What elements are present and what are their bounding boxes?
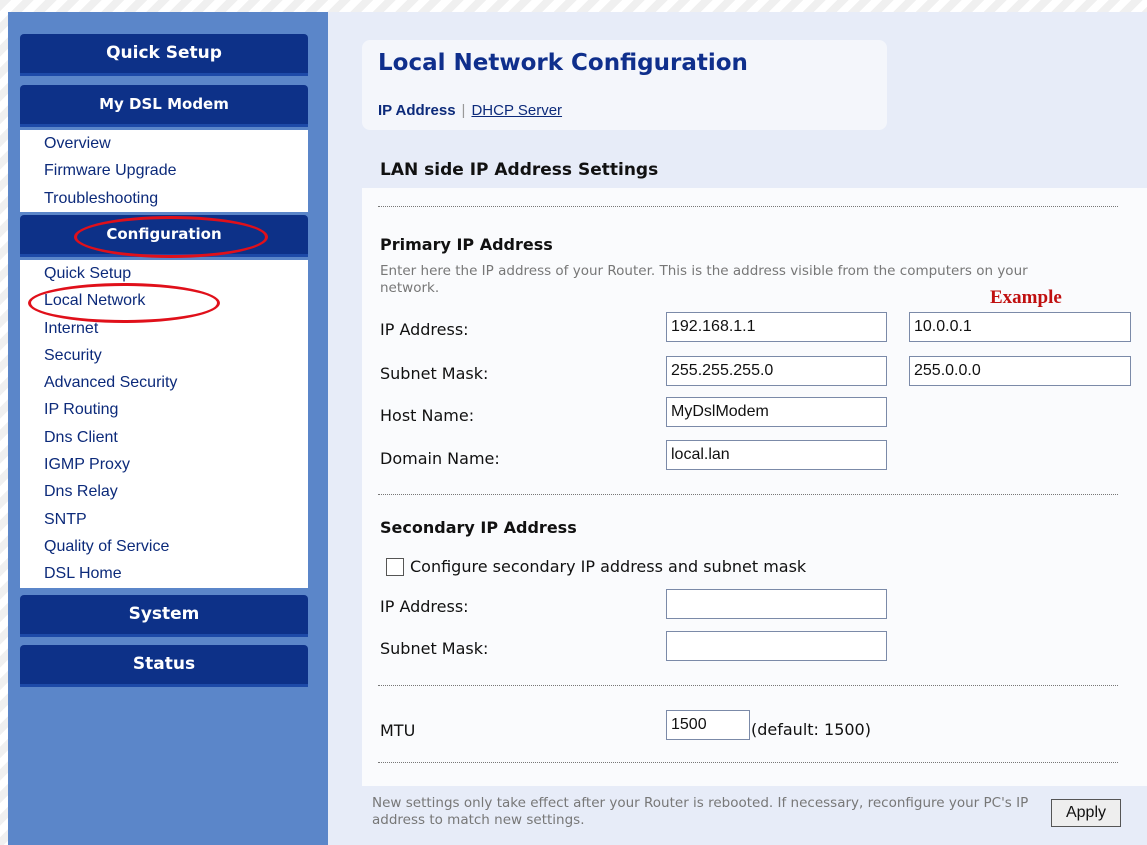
secondary-ip-checkbox-label[interactable]: Configure secondary IP address and subne… — [410, 557, 806, 576]
subnet-mask-input[interactable]: 255.255.255.0 — [666, 356, 887, 386]
apply-button[interactable]: Apply — [1051, 799, 1121, 827]
secondary-subnet-mask-label: Subnet Mask: — [380, 639, 489, 658]
domain-name-label: Domain Name: — [380, 449, 500, 468]
ip-address-example: 10.0.0.1 — [909, 312, 1131, 342]
sidebar-item-ip-routing[interactable]: IP Routing — [20, 396, 308, 423]
nav-system[interactable]: System — [20, 595, 308, 637]
tab-separator: | — [461, 102, 466, 119]
sidebar-item-overview[interactable]: Overview — [20, 130, 308, 157]
mtu-default-note: (default: 1500) — [751, 720, 871, 739]
mtu-input[interactable]: 1500 — [666, 710, 750, 740]
watermark-strip-top — [0, 0, 1147, 12]
nav-modem-list: Overview Firmware Upgrade Troubleshootin… — [20, 130, 308, 212]
sidebar-item-advanced-security[interactable]: Advanced Security — [20, 369, 308, 396]
divider — [378, 494, 1118, 495]
example-label: Example — [990, 287, 1062, 308]
sidebar-item-internet[interactable]: Internet — [20, 315, 308, 342]
section-title: LAN side IP Address Settings — [380, 160, 659, 180]
footer-note: New settings only take effect after your… — [372, 795, 1029, 828]
ip-address-input[interactable]: 192.168.1.1 — [666, 312, 887, 342]
sidebar-item-quality-of-service[interactable]: Quality of Service — [20, 533, 308, 560]
secondary-subnet-mask-input[interactable] — [666, 631, 887, 661]
nav-config-list: Quick Setup Local Network Internet Secur… — [20, 260, 308, 588]
sidebar-item-dsl-home[interactable]: DSL Home — [20, 560, 308, 587]
tab-bar: IP Address | DHCP Server — [378, 102, 562, 119]
nav-my-dsl-modem[interactable]: My DSL Modem — [20, 85, 308, 127]
primary-description: Enter here the IP address of your Router… — [380, 263, 1028, 296]
host-name-label: Host Name: — [380, 406, 475, 425]
mtu-label: MTU — [380, 721, 416, 740]
secondary-heading: Secondary IP Address — [380, 518, 577, 537]
subnet-mask-example: 255.0.0.0 — [909, 356, 1131, 386]
sidebar-item-security[interactable]: Security — [20, 342, 308, 369]
sidebar-item-igmp-proxy[interactable]: IGMP Proxy — [20, 451, 308, 478]
primary-heading: Primary IP Address — [380, 235, 553, 254]
domain-name-input[interactable]: local.lan — [666, 440, 887, 470]
ip-address-label: IP Address: — [380, 320, 469, 339]
secondary-ip-address-input[interactable] — [666, 589, 887, 619]
host-name-input[interactable]: MyDslModem — [666, 397, 887, 427]
tab-dhcp-server[interactable]: DHCP Server — [471, 102, 562, 119]
secondary-ip-checkbox[interactable] — [386, 558, 404, 576]
nav-status[interactable]: Status — [20, 645, 308, 687]
nav-quick-setup[interactable]: Quick Setup — [20, 34, 308, 76]
secondary-ip-address-label: IP Address: — [380, 597, 469, 616]
sidebar-item-dns-relay[interactable]: Dns Relay — [20, 478, 308, 505]
divider — [378, 762, 1118, 763]
subnet-mask-label: Subnet Mask: — [380, 364, 489, 383]
sidebar-item-dns-client[interactable]: Dns Client — [20, 424, 308, 451]
watermark-strip-left — [0, 0, 8, 845]
tab-ip-address[interactable]: IP Address — [378, 102, 456, 119]
nav-configuration[interactable]: Configuration — [20, 215, 308, 257]
divider — [378, 206, 1118, 207]
page-title: Local Network Configuration — [378, 50, 748, 76]
sidebar-item-troubleshooting[interactable]: Troubleshooting — [20, 185, 308, 212]
sidebar-item-local-network[interactable]: Local Network — [20, 287, 308, 314]
sidebar-item-quick-setup[interactable]: Quick Setup — [20, 260, 308, 287]
sidebar-item-sntp[interactable]: SNTP — [20, 506, 308, 533]
sidebar-item-firmware-upgrade[interactable]: Firmware Upgrade — [20, 157, 308, 184]
divider — [378, 685, 1118, 686]
